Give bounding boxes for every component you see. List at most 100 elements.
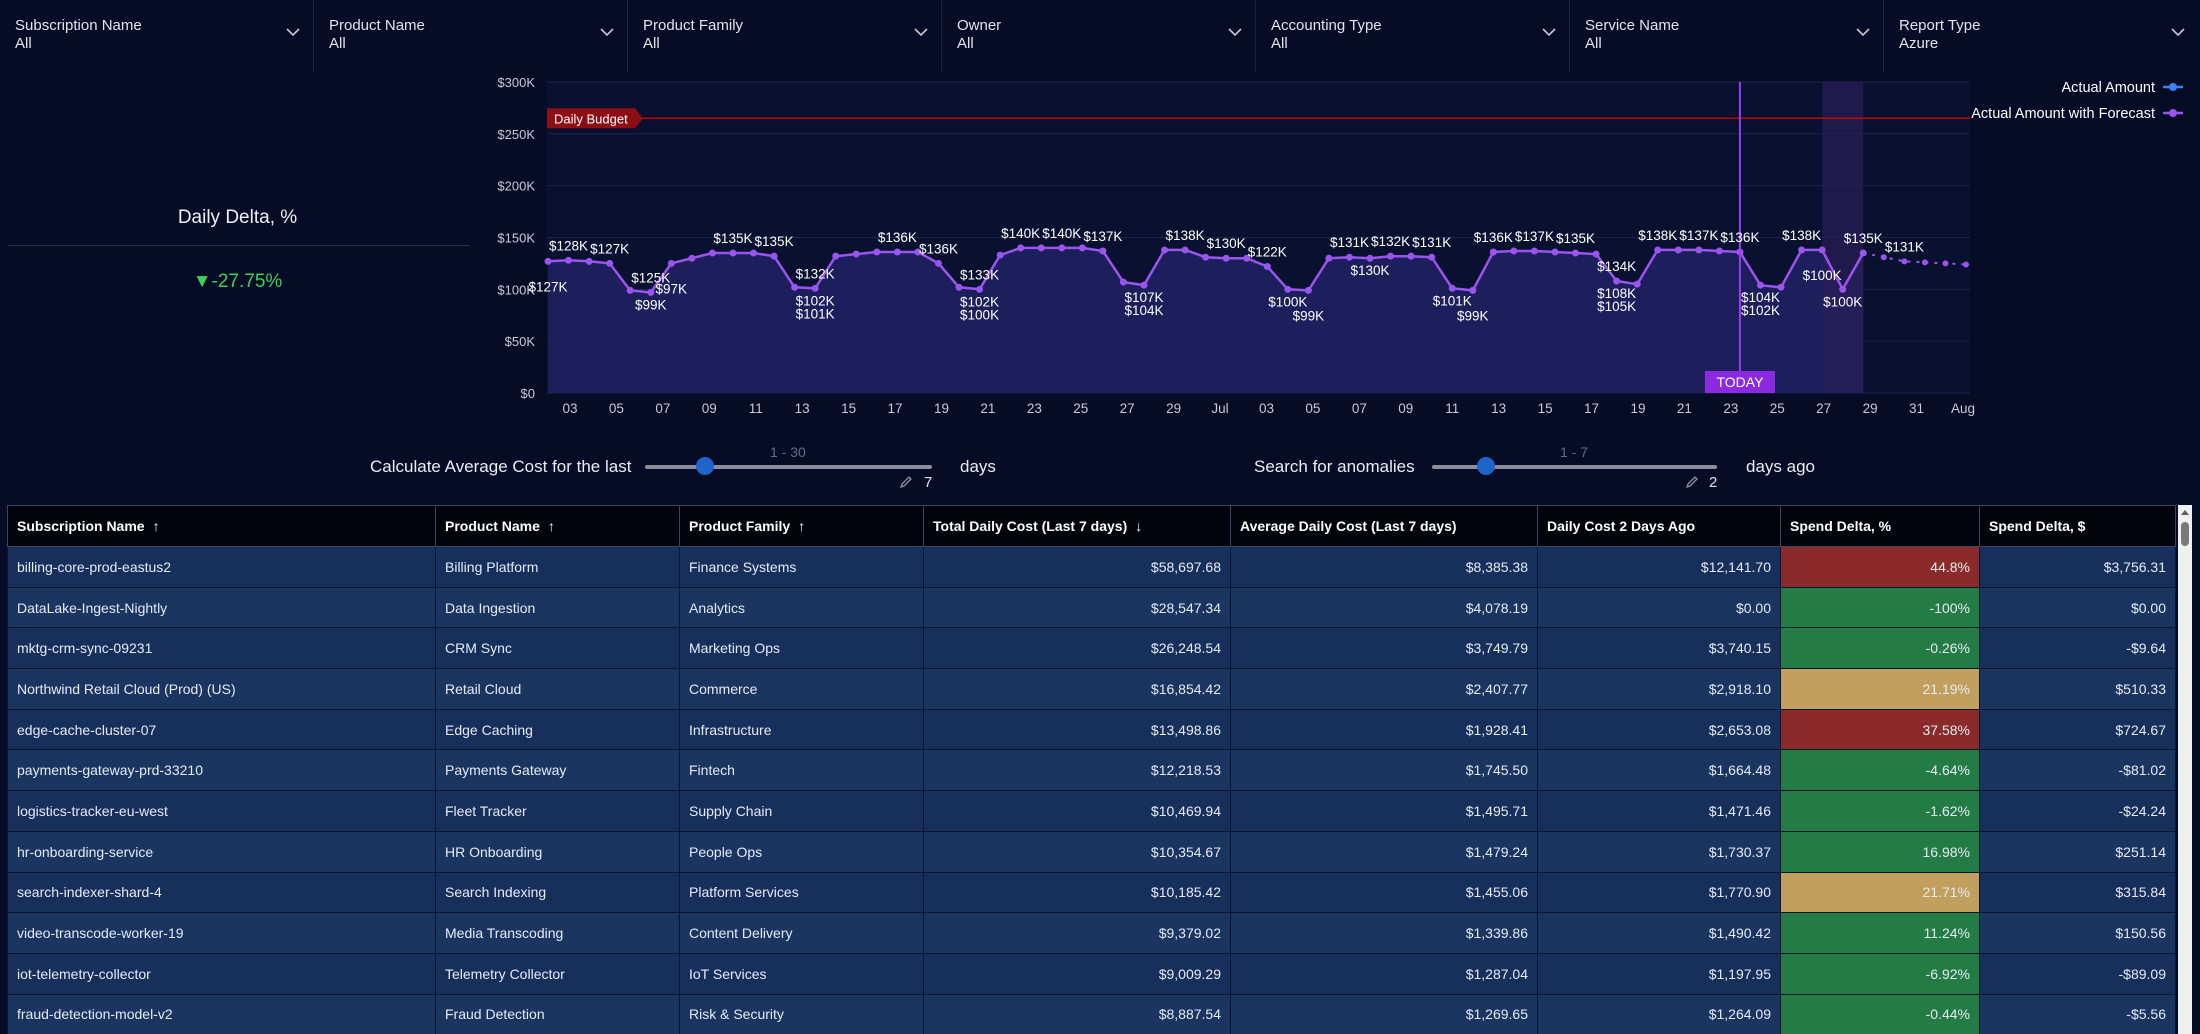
chevron-down-icon xyxy=(1228,28,1242,37)
table-cell: fraud-detection-model-v2 xyxy=(7,993,436,1034)
avg-cost-slider-thumb[interactable] xyxy=(696,457,715,475)
table-cell: $28,547.34 xyxy=(923,586,1231,629)
table-row[interactable]: iot-telemetry-collector Telemetry Collect… xyxy=(7,952,2176,995)
data-label: $136K xyxy=(919,241,958,256)
data-point xyxy=(1695,246,1703,254)
table-row[interactable]: payments-gateway-prd-33210 Payments Gatew… xyxy=(7,749,2176,792)
scroll-up-arrow-icon[interactable] xyxy=(2180,508,2190,518)
filter-subscription-name[interactable]: Subscription Name All xyxy=(0,0,314,72)
avg-cost-slider-track[interactable] xyxy=(645,465,932,469)
table-row[interactable]: fraud-detection-model-v2 Fraud Detection R… xyxy=(7,993,2176,1034)
data-label: $128K xyxy=(549,238,588,253)
data-point xyxy=(1161,246,1169,254)
data-point xyxy=(1654,246,1662,254)
column-header[interactable]: Average Daily Cost (Last 7 days) xyxy=(1230,505,1538,547)
table-cell: 37.58% xyxy=(1780,708,1980,751)
table-cell: HR Onboarding xyxy=(435,830,680,873)
sort-ascending-icon[interactable]: ↑ xyxy=(153,518,160,534)
x-tick-label: 11 xyxy=(1445,401,1459,416)
table-row[interactable]: edge-cache-cluster-07 Edge Caching Infrast… xyxy=(7,708,2176,751)
table-cell: Northwind Retail Cloud (Prod) (US) xyxy=(7,668,436,710)
table-cell: $1,471.46 xyxy=(1537,790,1781,832)
table-cell: -$89.09 xyxy=(1979,952,2176,995)
anomaly-slider-track[interactable] xyxy=(1432,465,1717,469)
table-cell: $1,770.90 xyxy=(1537,871,1781,914)
column-header[interactable]: Daily Cost 2 Days Ago xyxy=(1537,505,1781,547)
filter-service-name[interactable]: Service Name All xyxy=(1570,0,1884,72)
data-label: $137K xyxy=(1083,229,1122,244)
table-row[interactable]: billing-core-prod-eastus2 Billing Platfor… xyxy=(7,546,2176,588)
data-point xyxy=(955,283,963,291)
table-cell: Finance Systems xyxy=(679,546,924,588)
table-row[interactable]: Northwind Retail Cloud (Prod) (US) Retail… xyxy=(7,668,2176,710)
column-header[interactable]: Subscription Name ↑ xyxy=(7,505,436,547)
table-row[interactable]: search-indexer-shard-4 Search Indexing Pla… xyxy=(7,871,2176,914)
table-cell: billing-core-prod-eastus2 xyxy=(7,546,436,588)
filter-value: Azure xyxy=(1899,35,1939,52)
data-point xyxy=(996,251,1004,259)
filter-bar: Subscription Name All Product Name All P… xyxy=(0,0,2200,72)
x-tick-label: 15 xyxy=(1538,401,1553,416)
column-header[interactable]: Total Daily Cost (Last 7 days) ↓ xyxy=(923,505,1231,547)
table-cell: -0.44% xyxy=(1780,993,1980,1034)
table-row[interactable]: DataLake-Ingest-Nightly Data Ingestion Ana… xyxy=(7,586,2176,629)
sort-ascending-icon[interactable]: ↑ xyxy=(798,518,805,534)
sort-descending-icon[interactable]: ↓ xyxy=(1135,518,1142,534)
table-row[interactable]: video-transcode-worker-19 Media Transcodi… xyxy=(7,912,2176,954)
data-label: $127K xyxy=(528,279,567,294)
table-cell: $510.33 xyxy=(1979,668,2176,710)
scrollbar-thumb[interactable] xyxy=(2181,522,2189,546)
column-header-label: Average Daily Cost (Last 7 days) xyxy=(1240,518,1457,534)
data-point xyxy=(647,288,655,296)
y-tick-label: $200K xyxy=(497,179,535,194)
filter-owner[interactable]: Owner All xyxy=(942,0,1256,72)
table-cell: Edge Caching xyxy=(435,708,680,751)
filter-accounting-type[interactable]: Accounting Type All xyxy=(1256,0,1570,72)
data-point xyxy=(565,256,573,264)
x-tick-label: 05 xyxy=(609,401,624,416)
data-label: $130K xyxy=(1351,263,1390,278)
filter-value: All xyxy=(643,35,660,52)
filter-report-type[interactable]: Report Type Azure xyxy=(1884,0,2198,72)
data-point xyxy=(1017,244,1025,252)
filter-product-name[interactable]: Product Name All xyxy=(314,0,628,72)
data-point xyxy=(1099,247,1107,255)
data-point xyxy=(1530,247,1538,255)
table-cell: CRM Sync xyxy=(435,627,680,670)
sort-ascending-icon[interactable]: ↑ xyxy=(548,518,555,534)
table-cell: $12,218.53 xyxy=(923,749,1231,792)
table-cell: $315.84 xyxy=(1979,871,2176,914)
table-row[interactable]: logistics-tracker-eu-west Fleet Tracker Su… xyxy=(7,790,2176,832)
table-cell: 16.98% xyxy=(1780,830,1980,873)
data-point xyxy=(606,259,614,267)
data-point xyxy=(976,285,984,293)
table-cell: -6.92% xyxy=(1780,952,1980,995)
cost-dashboard: Subscription Name All Product Name All P… xyxy=(0,0,2200,1034)
data-point xyxy=(1078,244,1086,252)
data-label: $100K xyxy=(1803,268,1842,283)
data-label: $99K xyxy=(1293,308,1325,323)
pencil-icon[interactable] xyxy=(898,474,914,490)
data-label: $133K xyxy=(960,267,999,282)
legend-label: Actual Amount with Forecast xyxy=(1971,106,2155,122)
anomaly-slider-unit: days ago xyxy=(1746,457,1815,476)
table-cell: $1,730.37 xyxy=(1537,830,1781,873)
x-tick-label: 21 xyxy=(1677,401,1692,416)
column-header[interactable]: Spend Delta, % xyxy=(1780,505,1980,547)
table-row[interactable]: hr-onboarding-service HR Onboarding People… xyxy=(7,830,2176,873)
table-cell: $1,664.48 xyxy=(1537,749,1781,792)
column-header[interactable]: Product Name ↑ xyxy=(435,505,680,547)
anomaly-slider-thumb[interactable] xyxy=(1477,457,1496,475)
data-point xyxy=(1202,253,1210,261)
x-tick-label: 15 xyxy=(841,401,856,416)
pencil-icon[interactable] xyxy=(1684,474,1700,490)
column-header[interactable]: Spend Delta, $ xyxy=(1979,505,2176,547)
table-row[interactable]: mktg-crm-sync-09231 CRM Sync Marketing Ops… xyxy=(7,627,2176,670)
filter-product-family[interactable]: Product Family All xyxy=(628,0,942,72)
column-header[interactable]: Product Family ↑ xyxy=(679,505,924,547)
table-cell: $0.00 xyxy=(1537,586,1781,629)
table-cell: $12,141.70 xyxy=(1537,546,1781,588)
table-scrollbar[interactable] xyxy=(2178,505,2192,1034)
data-label: $101K xyxy=(1433,293,1472,308)
table-cell: Retail Cloud xyxy=(435,668,680,710)
